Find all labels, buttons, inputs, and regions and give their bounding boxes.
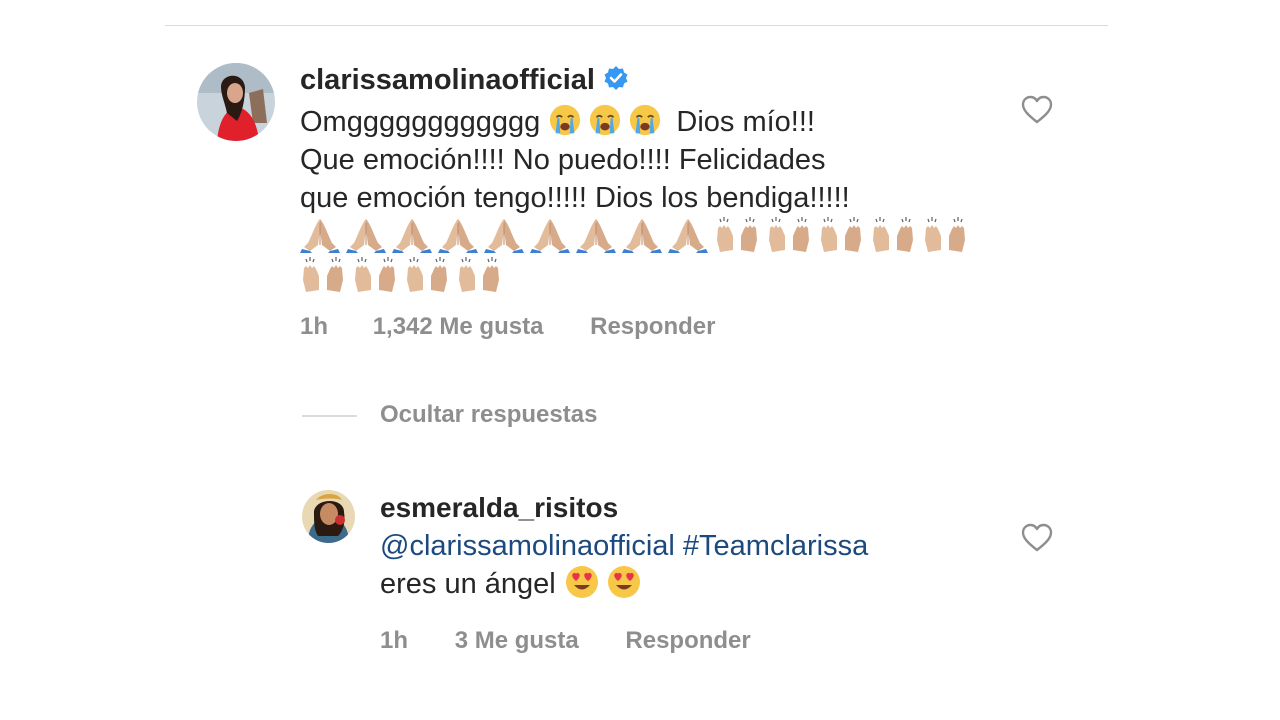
comment-time[interactable]: 1h [300,313,328,341]
reply-text-body: eres un ángel [380,568,556,600]
avatar-clarissa[interactable] [197,63,275,141]
raising-hands-emoji-icon [714,216,760,254]
praying-emoji-icon [622,217,662,254]
praying-emoji-icon [300,217,340,254]
raising-hands-emoji-icon [300,256,346,294]
comment-line-3: que emoción tengo!!!!! Dios los bendiga!… [300,182,850,214]
praying-emoji-icon [530,217,570,254]
top-divider [165,25,1108,26]
heart-eyes-emoji-icon [564,564,600,600]
heart-eyes-emoji-icon [606,564,642,600]
comment-username[interactable]: clarissamolinaofficial [300,64,629,97]
crying-emoji-group [548,103,668,138]
reply-reply-button[interactable]: Responder [625,627,750,655]
praying-emoji-icon [392,217,432,254]
reply-likes[interactable]: 3 Me gusta [455,627,579,655]
raising-hands-emoji-icon [404,256,450,294]
comment-line-2: Que emoción!!!! No puedo!!!! Felicidades [300,144,826,176]
reply-like-heart-icon[interactable] [1021,523,1053,553]
heart-eyes-emoji-group [564,566,648,600]
hide-replies-button[interactable]: Ocultar respuestas [380,401,597,429]
comment-text-part-1: Omgggggggggggg [300,106,541,138]
comment-username-text[interactable]: clarissamolinaofficial [300,64,595,96]
crying-emoji-icon [548,103,582,137]
raising-hands-emoji-icon [870,216,916,254]
praying-emoji-icon [346,217,386,254]
reply-line-1: @clarissamolinaofficial #Teamclarissa [380,527,868,565]
praying-emoji-icon [576,217,616,254]
raising-hands-emoji-icon [818,216,864,254]
comment-text: Omgggggggggggg Dios mío!!! Que emoción!!… [300,103,974,297]
reply-username[interactable]: esmeralda_risitos [380,492,618,524]
comment-meta: 1h 1,342 Me gusta Responder [300,313,715,341]
comment-line-1: Omgggggggggggg Dios mío!!! [300,103,974,141]
reply-text: @clarissamolinaofficial #Teamclarissa er… [380,527,868,603]
raising-hands-emoji-icon [456,256,502,294]
crying-emoji-icon [628,103,662,137]
reply-meta: 1h 3 Me gusta Responder [380,627,751,655]
comment-text-part-2: Dios mío!!! [676,106,815,138]
raising-hands-emoji-icon [922,216,968,254]
emoji-row-2 [300,257,974,297]
reply-time[interactable]: 1h [380,627,408,655]
crying-emoji-icon [588,103,622,137]
raising-hands-emoji-icon [766,216,812,254]
emoji-row-1 [300,217,974,257]
reply-hashtag-link[interactable]: #Teamclarissa [683,530,868,562]
comment-likes[interactable]: 1,342 Me gusta [373,313,544,341]
hide-replies-line [302,415,357,417]
comment-reply-button[interactable]: Responder [590,313,715,341]
comment-like-heart-icon[interactable] [1021,95,1053,125]
praying-emoji-icon [668,217,708,254]
reply-mention-link[interactable]: @clarissamolinaofficial [380,530,675,562]
avatar-esmeralda[interactable] [302,490,355,543]
praying-emoji-icon [438,217,478,254]
verified-badge-icon [603,65,629,91]
praying-emoji-icon [484,217,524,254]
raising-hands-emoji-icon [352,256,398,294]
reply-line-2: eres un ángel [380,565,868,603]
